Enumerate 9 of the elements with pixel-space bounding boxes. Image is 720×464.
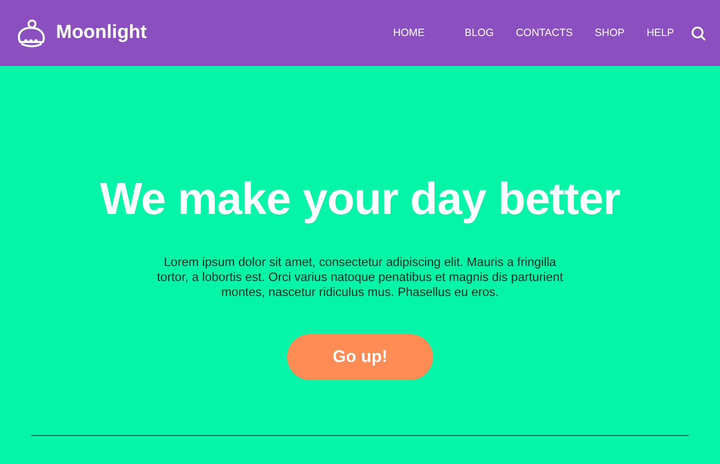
search-icon[interactable] — [691, 26, 706, 40]
nav-link[interactable]: HOME — [393, 27, 425, 39]
nav-link[interactable]: CONTACTS — [516, 27, 573, 39]
nav-link[interactable]: HELP — [646, 27, 674, 39]
brand-name: Moonlight — [56, 22, 147, 44]
nav-link[interactable]: BLOG — [464, 27, 494, 39]
hero-title: We make your day better — [100, 173, 620, 225]
hero-text: Lorem ipsum dolor sit amet, consectetur adipiscing elit. Mauris a fringilla tortor, a lobortis est. Orci varius natoque penatibus et magnis dis parturient montes, nascetur ridiculus mus. Phasellus eu eros. — [156, 255, 564, 300]
nav-link[interactable]: SHOP — [594, 27, 625, 39]
